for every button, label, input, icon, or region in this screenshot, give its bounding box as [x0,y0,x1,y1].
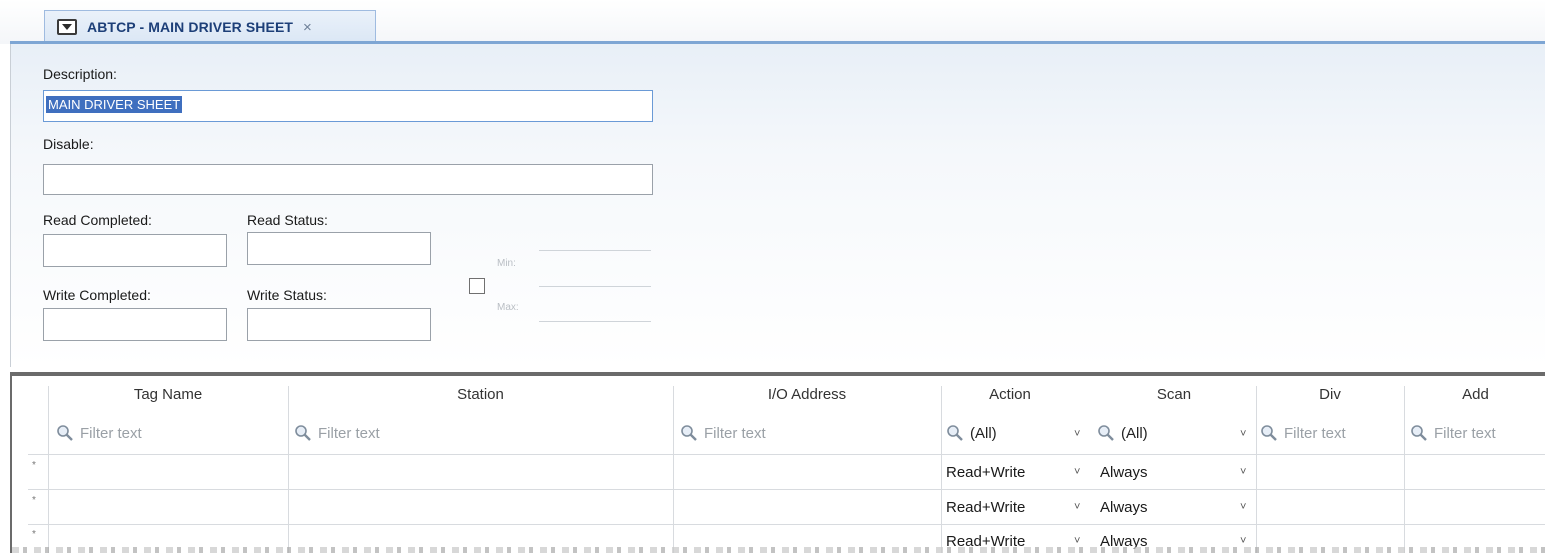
max-label: Max: [497,302,519,313]
column-header-div[interactable]: Div [1256,386,1404,403]
chevron-down-icon[interactable]: ˅ [1074,501,1080,513]
grid-separator [1404,386,1405,553]
column-header-io-address[interactable]: I/O Address [673,386,941,403]
min-label: Min: [497,258,516,269]
grid-separator [48,386,49,553]
magnifier-icon [681,425,697,441]
filter-div[interactable]: Filter text [1260,424,1346,442]
filter-station[interactable]: Filter text [294,424,380,442]
read-completed-input[interactable] [43,234,227,267]
filter-placeholder: Filter text [704,424,766,442]
close-icon[interactable]: × [303,19,312,36]
write-completed-input[interactable] [43,308,227,341]
tab-strip: ABTCP - MAIN DRIVER SHEET × [0,0,1545,44]
filter-placeholder: Filter text [80,424,142,442]
disable-input[interactable] [43,164,653,195]
filter-tag-name[interactable]: Filter text [56,424,142,442]
new-row-marker: * [32,495,36,506]
chevron-down-icon[interactable]: ˅ [1074,428,1080,440]
chevron-down-icon[interactable]: ˅ [1074,535,1080,547]
min-max-checkbox[interactable] [469,278,485,294]
grid-separator [941,386,942,553]
column-header-add[interactable]: Add [1404,386,1545,403]
column-header-action[interactable]: Action [941,386,1079,403]
tab-title: ABTCP - MAIN DRIVER SHEET [87,19,294,35]
table-row-action[interactable]: Read+Write [946,499,1025,516]
magnifier-icon [295,425,311,441]
magnifier-icon [1261,425,1277,441]
filter-add[interactable]: Filter text [1410,424,1496,442]
torn-edge [12,547,1545,553]
max-input [539,321,651,322]
description-label: Description: [43,66,117,82]
magnifier-icon [57,425,73,441]
magnifier-icon [947,425,963,441]
row-separator [28,454,1545,455]
tab-main-driver-sheet[interactable]: ABTCP - MAIN DRIVER SHEET × [44,10,376,43]
chevron-down-icon[interactable]: ˅ [1240,535,1246,547]
filter-io-address[interactable]: Filter text [680,424,766,442]
grid-separator [288,386,289,553]
sheet-properties-panel: Description: MAIN DRIVER SHEET Disable: … [10,44,1545,367]
grid-separator [673,386,674,553]
filter-placeholder: Filter text [1284,424,1346,442]
column-header-scan[interactable]: Scan [1092,386,1256,403]
filter-scan-value: (All) [1121,424,1148,442]
row-separator [28,524,1545,525]
chevron-down-icon[interactable]: ˅ [1074,466,1080,478]
write-status-label: Write Status: [247,287,327,303]
table-row-scan[interactable]: Always [1100,499,1148,516]
table-row-action[interactable]: Read+Write [946,464,1025,481]
column-header-tag-name[interactable]: Tag Name [48,386,288,403]
min-input [539,286,651,287]
sheet-dropdown-icon[interactable] [57,19,77,35]
row-separator [28,489,1545,490]
description-value: MAIN DRIVER SHEET [46,96,183,113]
write-status-input[interactable] [247,308,431,341]
table-row-scan[interactable]: Always [1100,464,1148,481]
filter-action[interactable]: (All) [946,424,997,442]
min-field-top [539,250,651,251]
filter-scan[interactable]: (All) [1097,424,1148,442]
write-completed-label: Write Completed: [43,287,151,303]
read-status-input[interactable] [247,232,431,265]
filter-action-value: (All) [970,424,997,442]
disable-label: Disable: [43,136,94,152]
chevron-down-icon[interactable]: ˅ [1240,501,1246,513]
description-input[interactable]: MAIN DRIVER SHEET [43,90,653,122]
driver-grid: Tag Name Station I/O Address Action Scan… [10,372,1545,553]
filter-placeholder: Filter text [318,424,380,442]
magnifier-icon [1098,425,1114,441]
new-row-marker: * [32,529,36,540]
column-header-station[interactable]: Station [288,386,673,403]
chevron-down-icon[interactable]: ˅ [1240,428,1246,440]
magnifier-icon [1411,425,1427,441]
chevron-down-icon[interactable]: ˅ [1240,466,1246,478]
filter-placeholder: Filter text [1434,424,1496,442]
grid-separator [1256,386,1257,553]
read-completed-label: Read Completed: [43,212,152,228]
new-row-marker: * [32,460,36,471]
read-status-label: Read Status: [247,212,328,228]
